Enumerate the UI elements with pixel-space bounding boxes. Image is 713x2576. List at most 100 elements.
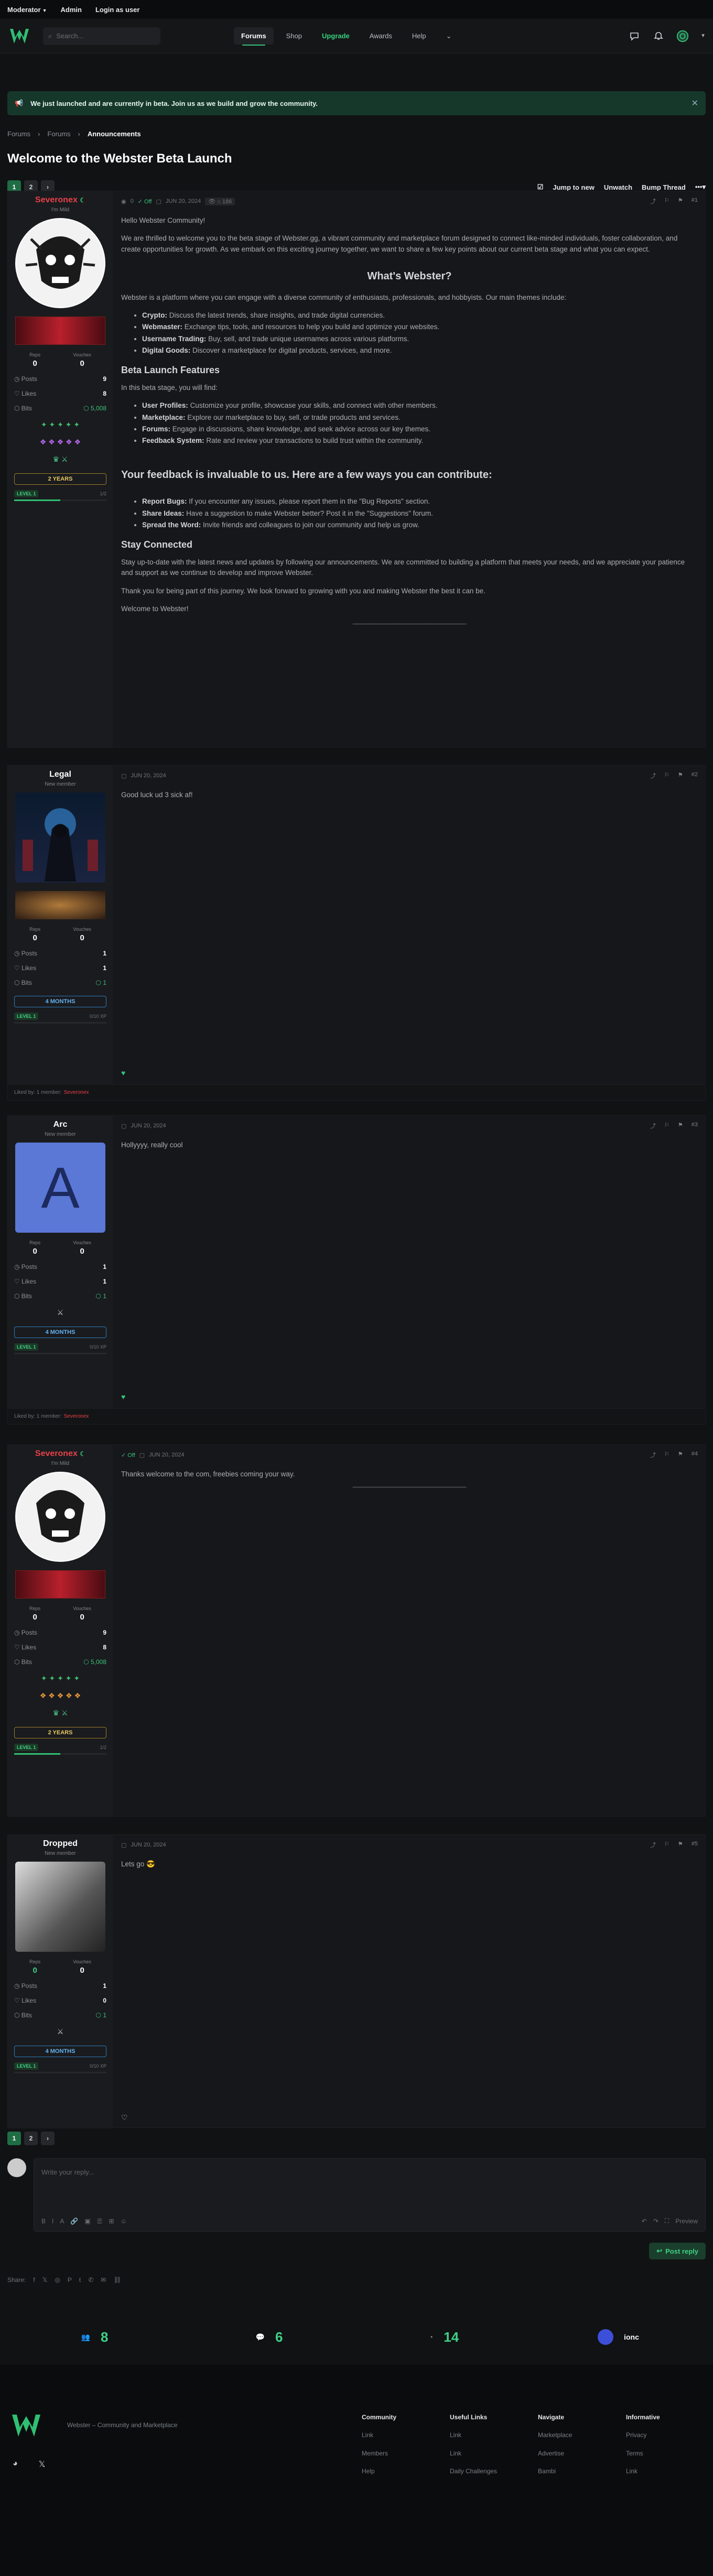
moderator-menu[interactable]: Moderator ▼ [7, 6, 47, 14]
footer-link[interactable]: Advertise [538, 2444, 572, 2463]
share-icon[interactable]: ⤴ [650, 1841, 656, 1849]
share-icon[interactable]: ⤴ [650, 1122, 656, 1130]
link-icon[interactable]: ⛓ [113, 2276, 121, 2284]
avatar[interactable] [15, 792, 105, 883]
report-icon[interactable]: ⚑ [678, 197, 683, 205]
bookmark-icon[interactable]: ⚐ [664, 197, 669, 205]
facebook-icon[interactable]: f [33, 2276, 35, 2284]
footer-link[interactable]: Privacy [626, 2426, 660, 2444]
post-number[interactable]: #3 [692, 1122, 698, 1130]
footer-link[interactable]: Marketplace [538, 2426, 572, 2444]
author-name[interactable]: Arc [13, 1120, 107, 1129]
like-heart-icon[interactable]: ♡ [121, 2113, 128, 2122]
author-name[interactable]: Dropped [13, 1839, 107, 1849]
whatsapp-icon[interactable]: ✆ [88, 2276, 93, 2284]
image-icon[interactable]: ▣ [84, 2218, 90, 2225]
list-icon[interactable]: ☰ [97, 2218, 103, 2225]
author-name[interactable]: Severonex ☾ [13, 195, 107, 205]
jump-to-new-button[interactable]: Jump to new [553, 183, 594, 191]
x-icon[interactable]: 𝕏 [39, 2459, 46, 2470]
user-menu-chevron-icon[interactable]: ▼ [700, 33, 706, 39]
breadcrumb-announcements[interactable]: Announcements [88, 130, 141, 138]
emoji-icon[interactable]: ☺ [121, 2218, 127, 2225]
footer-link[interactable]: Bambi [538, 2462, 572, 2481]
footer-link[interactable]: Daily Challenges [450, 2462, 497, 2481]
text-color-icon[interactable]: A [60, 2218, 64, 2225]
share-icon[interactable]: ⤴ [650, 197, 656, 205]
liker-name[interactable]: Severonex [64, 1414, 89, 1419]
footer-link[interactable]: Terms [626, 2444, 660, 2463]
avatar[interactable]: A [15, 1143, 105, 1233]
author-name[interactable]: Legal [13, 770, 107, 779]
breadcrumb-forums-1[interactable]: Forums [7, 130, 30, 138]
footer-link[interactable]: Members [362, 2444, 396, 2463]
email-icon[interactable]: ✉ [101, 2276, 106, 2284]
tumblr-icon[interactable]: t [79, 2276, 81, 2284]
page-1-button[interactable]: 1 [7, 2132, 21, 2145]
webster-logo[interactable] [7, 24, 31, 48]
share-icon[interactable]: ⤴ [650, 771, 656, 780]
fullscreen-icon[interactable]: ⛶ [665, 2217, 669, 2225]
post-number[interactable]: #1 [692, 197, 698, 205]
discord-icon[interactable]: ◕ [13, 2459, 18, 2470]
footer-link[interactable]: Link [626, 2462, 660, 2481]
admin-link[interactable]: Admin [60, 6, 81, 14]
breadcrumb-forums-2[interactable]: Forums [47, 130, 70, 138]
liked-heart-icon[interactable]: ♥ [121, 1393, 125, 1401]
redo-icon[interactable]: ↷ [653, 2218, 658, 2225]
liker-name[interactable]: Severonex [64, 1090, 89, 1095]
reddit-icon[interactable]: ◎ [55, 2276, 60, 2284]
next-page-button[interactable]: › [41, 2132, 55, 2145]
avatar[interactable] [15, 218, 105, 308]
more-options-icon[interactable]: •••▾ [695, 183, 706, 191]
report-icon[interactable]: ⚑ [678, 1841, 683, 1849]
bookmark-icon[interactable]: ⚐ [664, 1451, 669, 1459]
liked-heart-icon[interactable]: ♥ [121, 1069, 125, 1077]
bookmark-icon[interactable]: ⚐ [664, 1122, 669, 1130]
messages-icon[interactable] [628, 30, 641, 42]
undo-icon[interactable]: ↶ [642, 2218, 647, 2225]
bookmark-icon[interactable]: ⚐ [664, 771, 669, 780]
report-icon[interactable]: ⚑ [678, 771, 683, 780]
nav-help[interactable]: Help [405, 27, 434, 45]
post-reply-button[interactable]: ↩ Post reply [649, 2243, 706, 2259]
footer-link[interactable]: Help [362, 2462, 396, 2481]
reply-textarea[interactable]: Write your reply... B I A 🔗 ▣ ☰ ⊞ ☺ ↶ ↷ … [34, 2158, 706, 2232]
bookmark-icon[interactable]: ⚐ [664, 1841, 669, 1849]
user-avatar-icon[interactable] [676, 30, 689, 42]
search-input[interactable]: ⌕ Search... [43, 27, 160, 45]
footer-logo[interactable] [10, 2413, 42, 2440]
nav-upgrade[interactable]: Upgrade [315, 27, 357, 45]
nav-shop[interactable]: Shop [279, 27, 309, 45]
nav-more-chevron-icon[interactable]: ⌄ [439, 27, 459, 45]
twitter-icon[interactable]: 𝕏 [42, 2276, 48, 2284]
close-icon[interactable]: ✕ [692, 98, 698, 108]
bold-icon[interactable]: B [41, 2218, 46, 2225]
post-number[interactable]: #5 [692, 1841, 698, 1849]
nav-forums[interactable]: Forums [234, 27, 274, 46]
post-number[interactable]: #2 [692, 771, 698, 780]
nav-awards[interactable]: Awards [362, 27, 399, 45]
checkbox-icon[interactable]: ☑ [537, 183, 544, 191]
notifications-icon[interactable] [652, 30, 665, 42]
author-name[interactable]: Severonex ☾ [13, 1449, 107, 1459]
footer-link[interactable]: Link [362, 2426, 396, 2444]
preview-button[interactable]: Preview [675, 2218, 698, 2225]
unwatch-button[interactable]: Unwatch [604, 183, 632, 191]
pinterest-icon[interactable]: P [68, 2276, 72, 2284]
post-number[interactable]: #4 [692, 1451, 698, 1459]
avatar[interactable] [15, 1472, 105, 1562]
table-icon[interactable]: ⊞ [109, 2218, 114, 2225]
link-icon[interactable]: 🔗 [70, 2218, 78, 2225]
avatar[interactable] [15, 1862, 105, 1952]
login-as-user-link[interactable]: Login as user [95, 6, 140, 14]
footer-link[interactable]: Link [450, 2426, 497, 2444]
share-icon[interactable]: ⤴ [650, 1451, 656, 1459]
page-2-button[interactable]: 2 [24, 2132, 38, 2145]
report-icon[interactable]: ⚑ [678, 1451, 683, 1459]
footer-link[interactable]: Link [450, 2444, 497, 2463]
report-icon[interactable]: ⚑ [678, 1122, 683, 1130]
bump-thread-button[interactable]: Bump Thread [642, 183, 686, 191]
latest-member-stat[interactable]: ionc [531, 2329, 706, 2345]
italic-icon[interactable]: I [52, 2218, 53, 2225]
